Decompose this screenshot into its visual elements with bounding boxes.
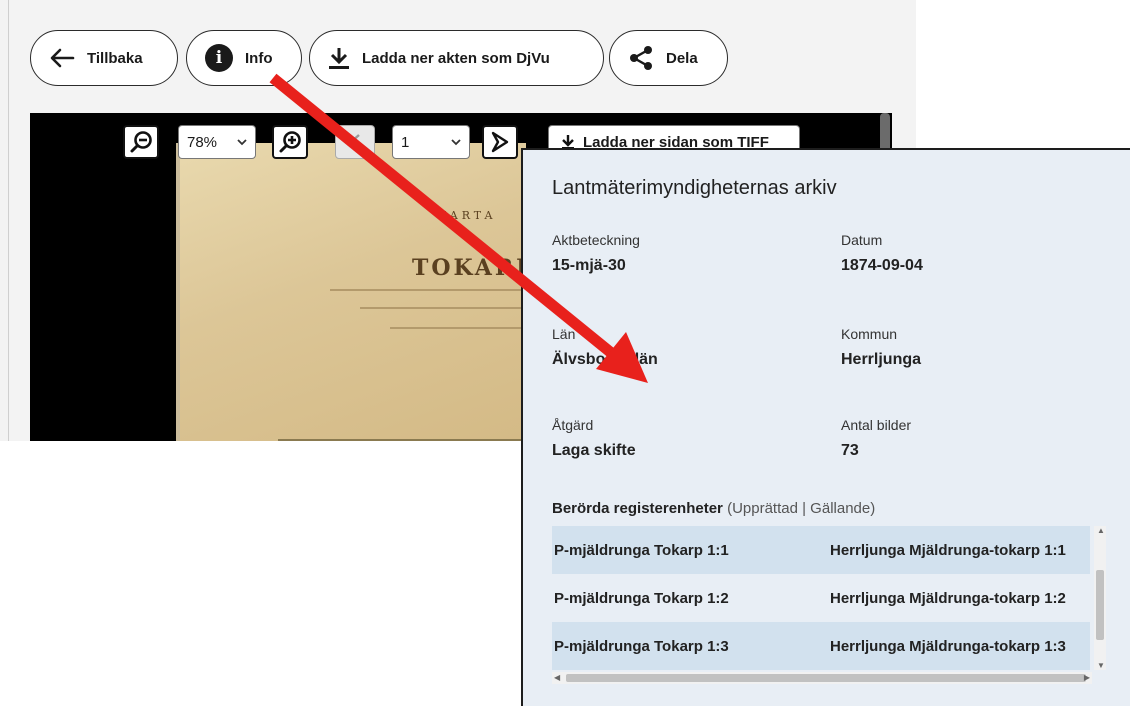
map-script-line: [390, 327, 530, 329]
viewer-border: [8, 0, 9, 441]
aktbeteckning-value: 15-mjä-30: [552, 257, 626, 274]
zoom-in-button[interactable]: [272, 125, 308, 159]
horizontal-scroll-thumb[interactable]: [566, 674, 1086, 682]
panel-title: Lantmäterimyndigheternas arkiv: [552, 177, 837, 199]
registerenheter-heading: Berörda registerenheter (Upprättad | Gäl…: [552, 500, 875, 517]
kommun-value: Herrljunga: [841, 351, 922, 368]
back-label: Tillbaka: [87, 49, 143, 67]
scroll-up-icon[interactable]: ▲: [1097, 526, 1105, 535]
map-heading: KARTA: [438, 209, 497, 222]
lan-value: Älvsborgs län: [552, 351, 658, 368]
chevron-down-icon: [451, 139, 461, 146]
aktbeteckning-label: Aktbeteckning: [552, 232, 640, 248]
map-script-line: [330, 289, 530, 291]
info-button[interactable]: i Info: [186, 30, 302, 86]
back-button[interactable]: Tillbaka: [30, 30, 178, 86]
gallande-cell: Herrljunga Mjäldrunga-tokarp 1:1: [830, 541, 1066, 559]
info-panel: Lantmäterimyndigheternas arkiv Aktbeteck…: [521, 148, 1130, 706]
info-icon: i: [205, 44, 233, 72]
scanned-map-image: KARTA TOKARP: [176, 143, 533, 441]
download-icon: [329, 48, 349, 69]
previous-page-button[interactable]: [335, 125, 375, 159]
next-page-button[interactable]: [482, 125, 518, 159]
chevron-right-icon: [491, 131, 509, 153]
screenshot-stage: Tillbaka i Info Ladda ner akten som DjVu…: [0, 0, 1130, 706]
table-vertical-scrollbar[interactable]: ▲ ▼: [1094, 526, 1106, 670]
scroll-down-icon[interactable]: ▼: [1097, 661, 1105, 670]
antal-bilder-value: 73: [841, 442, 859, 459]
zoom-in-icon: [279, 131, 301, 153]
page-value: 1: [401, 133, 410, 151]
map-script-line: [360, 307, 530, 309]
zoom-out-icon: [130, 131, 152, 153]
atgard-label: Åtgärd: [552, 417, 594, 433]
download-label: Ladda ner akten som DjVu: [362, 49, 550, 67]
table-row: P-mjäldrunga Tokarp 1:1 Herrljunga Mjäld…: [552, 526, 1090, 574]
atgard-value: Laga skifte: [552, 442, 636, 459]
table-horizontal-scrollbar[interactable]: ◀ ▶: [552, 672, 1092, 684]
antal-bilder-label: Antal bilder: [841, 417, 912, 433]
map-border-line: [278, 439, 530, 441]
arrow-left-icon: [50, 48, 75, 68]
table-row: P-mjäldrunga Tokarp 1:3 Herrljunga Mjäld…: [552, 622, 1090, 670]
registerenheter-title: Berörda registerenheter: [552, 500, 723, 517]
registerenheter-table: P-mjäldrunga Tokarp 1:1 Herrljunga Mjäld…: [552, 526, 1090, 670]
share-label: Dela: [666, 49, 698, 67]
upprattad-cell: P-mjäldrunga Tokarp 1:1: [554, 541, 729, 559]
zoom-out-button[interactable]: [123, 125, 159, 159]
datum-value: 1874-09-04: [841, 257, 923, 274]
map-place-name: TOKARP: [412, 255, 536, 281]
gallande-cell: Herrljunga Mjäldrunga-tokarp 1:3: [830, 637, 1066, 655]
info-label: Info: [245, 49, 273, 67]
registerenheter-subtitle: (Upprättad | Gällande): [727, 500, 876, 517]
gallande-cell: Herrljunga Mjäldrunga-tokarp 1:2: [830, 589, 1066, 607]
datum-label: Datum: [841, 232, 883, 248]
zoom-select[interactable]: 78%: [178, 125, 256, 159]
lan-label: Län: [552, 326, 576, 342]
upprattad-cell: P-mjäldrunga Tokarp 1:3: [554, 637, 729, 655]
table-row: P-mjäldrunga Tokarp 1:2 Herrljunga Mjäld…: [552, 574, 1090, 622]
upprattad-cell: P-mjäldrunga Tokarp 1:2: [554, 589, 729, 607]
zoom-value: 78%: [187, 133, 218, 151]
scroll-right-icon[interactable]: ▶: [1084, 673, 1090, 682]
page-select[interactable]: 1: [392, 125, 470, 159]
share-icon: [630, 46, 652, 70]
chevron-down-icon: [237, 139, 247, 146]
scroll-left-icon[interactable]: ◀: [554, 673, 560, 682]
vertical-scroll-thumb[interactable]: [1096, 570, 1104, 640]
kommun-label: Kommun: [841, 326, 898, 342]
download-djvu-button[interactable]: Ladda ner akten som DjVu: [309, 30, 604, 86]
share-button[interactable]: Dela: [609, 30, 728, 86]
chevron-left-icon: [349, 134, 360, 150]
